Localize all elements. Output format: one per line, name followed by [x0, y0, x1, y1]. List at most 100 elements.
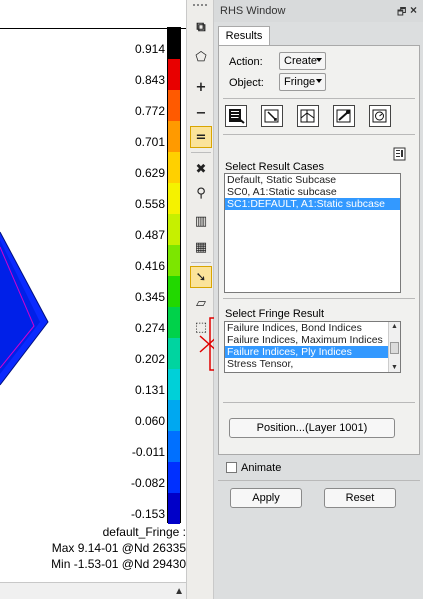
legend-value: -0.153 — [130, 506, 165, 521]
colorbar-segment — [168, 90, 180, 121]
legend-value: 0.274 — [134, 320, 165, 335]
divider — [223, 298, 415, 299]
divider — [223, 402, 415, 403]
legend-value: 0.487 — [134, 227, 165, 242]
plot-options-icon — [336, 109, 351, 123]
legend-value: 0.558 — [134, 196, 165, 211]
list-item[interactable]: Stress Tensor, — [225, 358, 400, 370]
animation-options-icon — [372, 109, 387, 123]
position-button[interactable]: Position...(Layer 1001) — [229, 418, 395, 438]
toolbar-separator — [191, 262, 211, 263]
legend-value: 0.131 — [134, 382, 165, 397]
minus-icon[interactable]: − — [190, 102, 212, 124]
reset-button[interactable]: Reset — [324, 488, 396, 508]
divider — [223, 134, 415, 135]
fringe-color-bar — [167, 27, 181, 524]
select-fringe-result-label: Select Fringe Result — [225, 308, 325, 320]
grid-merge-icon[interactable]: ▦ — [190, 236, 212, 258]
list-item-selected[interactable]: SC1:DEFAULT, A1:Static subcase — [225, 198, 400, 210]
colorbar-segment — [168, 59, 180, 90]
legend-footer-min: Min -1.53-01 @Nd 29430 — [51, 557, 186, 571]
legend-value: 0.345 — [134, 289, 165, 304]
action-label: Action: — [229, 56, 263, 68]
chevron-down-icon — [316, 58, 322, 62]
polygon-icon[interactable]: ▱ — [190, 292, 212, 314]
legend-value: 0.701 — [134, 134, 165, 149]
object-dropdown[interactable]: Fringe — [279, 73, 326, 91]
grid-split-icon[interactable]: ▥ — [190, 210, 212, 232]
display-attributes-icon-button[interactable] — [297, 105, 319, 127]
apply-button[interactable]: Apply — [230, 488, 302, 508]
display-attributes-icon — [300, 109, 315, 123]
colorbar-segment — [168, 276, 180, 307]
divider — [218, 480, 420, 481]
pick-icon[interactable]: ⚲ — [190, 182, 212, 204]
colorbar-segment — [168, 307, 180, 338]
colorbar-segment — [168, 338, 180, 369]
tab-results[interactable]: Results — [218, 26, 270, 46]
divider — [223, 98, 415, 99]
select-result-cases-label: Select Result Cases — [225, 161, 325, 173]
action-dropdown[interactable]: Create — [279, 52, 326, 70]
fringe-list-scrollbar[interactable]: ▲ ▼ — [388, 322, 400, 372]
list-item[interactable]: Failure Indices, Maximum Indices — [225, 334, 400, 346]
colorbar-segment — [168, 121, 180, 152]
colorbar-segment — [168, 214, 180, 245]
list-item[interactable]: Default, Static Subcase — [225, 174, 400, 186]
vertical-toolbar: ⧉ ⬠ + − = ✖ ⚲ ▥ ▦ ➘ ▱ ⬚ — [186, 0, 214, 599]
colorbar-segment — [168, 431, 180, 462]
target-entities-icon — [264, 109, 279, 123]
filter-list-icon[interactable] — [392, 146, 408, 162]
legend-value: 0.060 — [134, 413, 165, 428]
object-dropdown-value: Fringe — [284, 76, 316, 88]
panel-title-bar: RHS Window 🗗 × — [214, 0, 423, 22]
close-icon[interactable]: × — [410, 3, 417, 17]
legend-value: 0.629 — [134, 165, 165, 180]
equals-icon[interactable]: = — [190, 126, 212, 148]
rhs-window: RHS Window 🗗 × Results Action: Create Ob… — [214, 0, 423, 599]
lasso-icon[interactable]: ⬠ — [190, 46, 212, 68]
object-label: Object: — [229, 77, 264, 89]
legend-footer-max: Max 9.14-01 @Nd 26335 — [51, 541, 186, 555]
graphics-viewport[interactable]: default_Fringe : Max 9.14-01 @Nd 26335 M… — [0, 0, 186, 599]
select-results-icon-button[interactable] — [225, 105, 247, 127]
legend-footer-title: default_Fringe : — [102, 525, 186, 539]
cross-arrows-icon[interactable]: ✖ — [190, 158, 212, 180]
colorbar-segment — [168, 183, 180, 214]
list-item-selected[interactable]: Failure Indices, Ply Indices — [225, 346, 400, 358]
fringe-result-listbox[interactable]: Failure Indices, Bond Indices Failure In… — [224, 321, 401, 373]
colorbar-segment — [168, 400, 180, 431]
colorbar-segment — [168, 369, 180, 400]
action-dropdown-value: Create — [284, 55, 318, 67]
legend-value: -0.011 — [131, 444, 165, 459]
colorbar-segment — [168, 28, 180, 59]
scroll-up-icon[interactable]: ▲ — [174, 586, 184, 597]
panel-title: RHS Window — [220, 5, 286, 17]
scrollbar-thumb[interactable] — [390, 342, 399, 354]
scroll-down-icon[interactable]: ▼ — [391, 364, 398, 371]
viewport-horizontal-scrollbar[interactable]: ▲ — [0, 582, 186, 599]
scroll-up-icon[interactable]: ▲ — [391, 323, 398, 330]
animation-options-icon-button[interactable] — [369, 105, 391, 127]
plot-options-icon-button[interactable] — [333, 105, 355, 127]
chevron-down-icon — [316, 79, 322, 83]
pointer-icon[interactable]: ➘ — [190, 266, 212, 288]
toolbar-grip[interactable] — [193, 4, 207, 6]
target-entities-icon-button[interactable] — [261, 105, 283, 127]
legend-value: 0.914 — [134, 41, 165, 56]
animate-label: Animate — [241, 462, 282, 474]
legend-value: 0.843 — [134, 72, 165, 87]
animate-checkbox[interactable] — [226, 462, 237, 473]
results-list-icon — [229, 109, 245, 124]
copy-icon[interactable]: ⧉ — [190, 16, 212, 38]
colorbar-segment — [168, 245, 180, 276]
colorbar-segment — [168, 462, 180, 493]
result-cases-listbox[interactable]: Default, Static Subcase SC0, A1:Static s… — [224, 173, 401, 293]
results-form: Action: Create Object: Fringe Select Res… — [218, 45, 420, 455]
toolbar-separator — [191, 152, 211, 153]
colorbar-segment — [168, 152, 180, 183]
restore-icon[interactable]: 🗗 — [397, 5, 406, 22]
list-item[interactable]: SC0, A1:Static subcase — [225, 186, 400, 198]
list-item[interactable]: Failure Indices, Bond Indices — [225, 322, 400, 334]
plus-icon[interactable]: + — [190, 76, 212, 98]
